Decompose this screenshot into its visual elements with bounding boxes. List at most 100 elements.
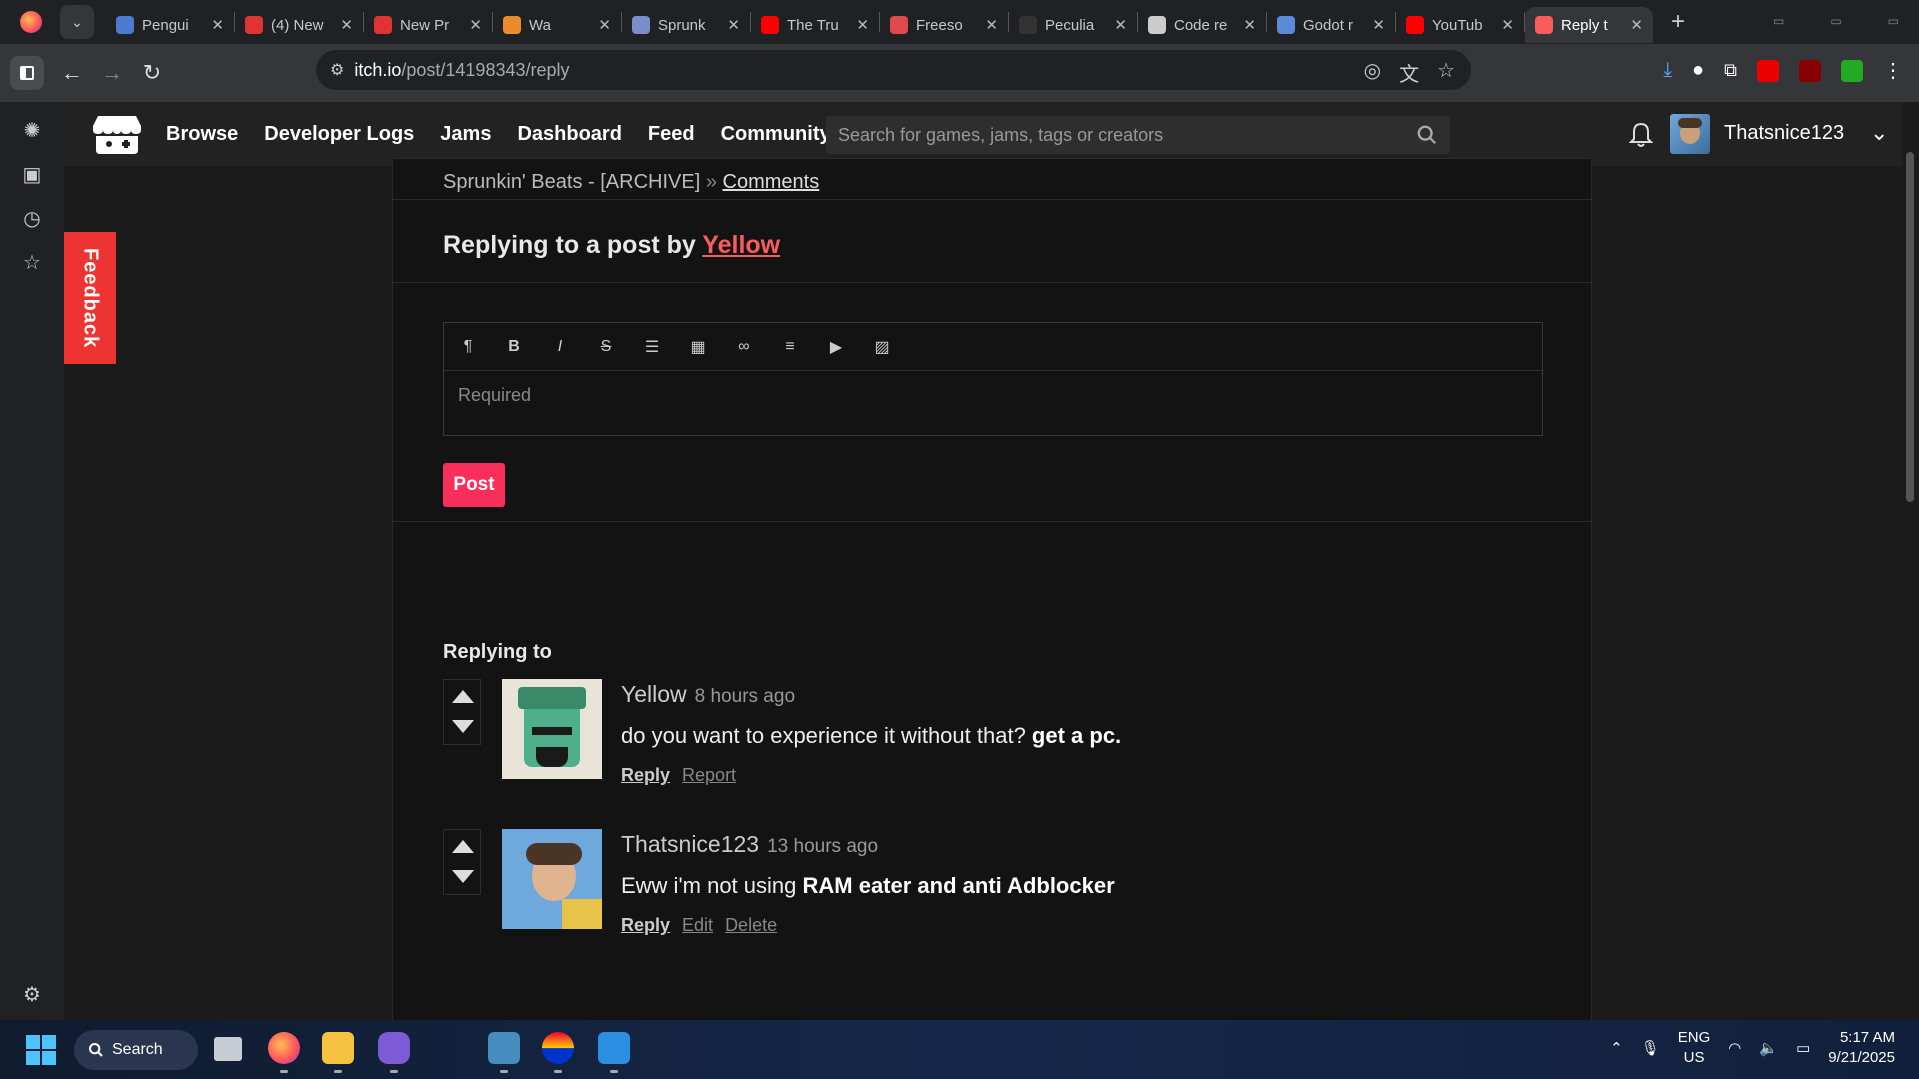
comment-reply-link[interactable]: Reply <box>621 915 670 936</box>
comment-delete-link[interactable]: Delete <box>725 915 777 936</box>
paragraph-icon[interactable]: ¶ <box>456 335 480 359</box>
back-button[interactable]: ← <box>52 53 92 93</box>
close-tab-icon[interactable]: ✕ <box>985 16 998 34</box>
wifi-icon[interactable]: ◠ <box>1728 1039 1741 1057</box>
vscode-icon[interactable] <box>598 1032 630 1064</box>
synced-tabs-icon[interactable]: ▣ <box>20 162 44 186</box>
post-author-link[interactable]: Yellow <box>702 231 780 259</box>
close-window-button[interactable]: ▭ <box>1888 14 1899 28</box>
close-tab-icon[interactable]: ✕ <box>856 16 869 34</box>
firefox-taskbar-icon[interactable] <box>268 1032 300 1064</box>
microphone-icon[interactable]: 🎙 <box>1641 1039 1660 1057</box>
volume-icon[interactable]: 🔈 <box>1759 1039 1778 1057</box>
browser-tab[interactable]: Reply t ✕ <box>1525 7 1653 43</box>
bookmark-star-icon[interactable]: ☆ <box>1437 58 1455 87</box>
ublock-extension-icon[interactable] <box>1799 59 1821 82</box>
search-icon[interactable] <box>1416 124 1438 146</box>
browser-tab[interactable]: YouTub ✕ <box>1396 7 1524 43</box>
breadcrumb-comments-link[interactable]: Comments <box>723 171 820 193</box>
extensions-icon[interactable]: ⧉ <box>1724 60 1737 81</box>
browser-tab[interactable]: Wa ✕ <box>493 7 621 43</box>
browser-tab[interactable]: Freeso ✕ <box>880 7 1008 43</box>
nav-community[interactable]: Community <box>721 123 831 146</box>
close-tab-icon[interactable]: ✕ <box>1630 16 1643 34</box>
downvote-icon[interactable] <box>452 870 474 883</box>
close-tab-icon[interactable]: ✕ <box>1243 16 1256 34</box>
itch-logo[interactable] <box>92 112 142 156</box>
downvote-icon[interactable] <box>452 720 474 733</box>
translate-icon[interactable]: 文 <box>1399 58 1419 87</box>
notifications-bell-icon[interactable] <box>1629 122 1653 148</box>
file-explorer-icon[interactable] <box>322 1032 354 1064</box>
page-scrollbar[interactable] <box>1902 102 1919 1020</box>
address-bar[interactable]: ⚙ itch.io/post/14198343/reply ◎ 文 ☆ <box>316 50 1471 90</box>
bold-icon[interactable]: B <box>502 335 526 359</box>
comment-author[interactable]: Thatsnice123 <box>621 831 759 857</box>
clock[interactable]: 5:17 AM 9/21/2025 <box>1828 1028 1895 1068</box>
close-tab-icon[interactable]: ✕ <box>1501 16 1514 34</box>
table-icon[interactable]: ▦ <box>686 335 710 359</box>
close-tab-icon[interactable]: ✕ <box>598 16 611 34</box>
browser-tab[interactable]: Sprunk ✕ <box>622 7 750 43</box>
user-avatar[interactable] <box>1670 114 1710 154</box>
downloads-icon[interactable]: ⤓ <box>1663 59 1672 82</box>
bookmarks-icon[interactable]: ☆ <box>20 250 44 274</box>
browser-tab[interactable]: Godot r ✕ <box>1267 7 1395 43</box>
align-icon[interactable]: ≡ <box>778 335 802 359</box>
link-icon[interactable]: ∞ <box>732 335 756 359</box>
image-icon[interactable]: ▨ <box>870 335 894 359</box>
upvote-icon[interactable] <box>452 840 474 853</box>
tab-list-button[interactable]: ⌄ <box>60 5 94 39</box>
browser-tab[interactable]: The Tru ✕ <box>751 7 879 43</box>
menu-icon[interactable]: ⋮ <box>1883 58 1903 83</box>
history-icon[interactable]: ◷ <box>20 206 44 230</box>
breadcrumb-game[interactable]: Sprunkin' Beats - [ARCHIVE] <box>443 171 700 193</box>
viber-icon[interactable] <box>378 1032 410 1064</box>
download-extension-icon[interactable] <box>1841 59 1863 82</box>
browser-tab[interactable]: Pengui ✕ <box>106 7 234 43</box>
reply-editor[interactable]: ¶ B I S ☰ ▦ ∞ ≡ ▶ ▨ Required <box>443 322 1543 436</box>
comment-author[interactable]: Yellow <box>621 681 687 707</box>
nav-jams[interactable]: Jams <box>440 123 491 146</box>
sidebar-toggle-button[interactable] <box>10 56 44 90</box>
comment-avatar[interactable] <box>502 829 602 929</box>
bullet-list-icon[interactable]: ☰ <box>640 335 664 359</box>
maximize-button[interactable]: ▭ <box>1830 14 1841 28</box>
forward-button[interactable]: → <box>92 53 132 93</box>
new-tab-button[interactable]: + <box>1671 8 1685 36</box>
minimize-button[interactable]: ▭ <box>1773 14 1784 28</box>
nav-browse[interactable]: Browse <box>166 123 238 146</box>
firefox-icon[interactable] <box>20 11 42 33</box>
account-icon[interactable]: ● <box>1692 59 1704 82</box>
task-view-icon[interactable] <box>214 1037 242 1061</box>
feedback-tab[interactable]: Feedback <box>64 232 116 364</box>
video-icon[interactable]: ▶ <box>824 335 848 359</box>
nav-developer-logs[interactable]: Developer Logs <box>264 123 414 146</box>
chevron-down-icon[interactable]: ⌄ <box>1870 120 1888 146</box>
upvote-icon[interactable] <box>452 690 474 703</box>
post-button[interactable]: Post <box>443 463 505 507</box>
language-indicator[interactable]: ENG US <box>1678 1028 1711 1068</box>
browser-tab[interactable]: Peculia ✕ <box>1009 7 1137 43</box>
youtube-extension-icon[interactable] <box>1757 59 1779 82</box>
app-icon[interactable] <box>542 1032 574 1064</box>
site-search-input[interactable]: Search for games, jams, tags or creators <box>826 116 1450 154</box>
browser-tab[interactable]: Code re ✕ <box>1138 7 1266 43</box>
close-tab-icon[interactable]: ✕ <box>469 16 482 34</box>
comment-reply-link[interactable]: Reply <box>621 765 670 786</box>
strikethrough-icon[interactable]: S <box>594 335 618 359</box>
reload-button[interactable]: ↻ <box>132 53 172 93</box>
battery-icon[interactable]: ▭ <box>1796 1039 1810 1057</box>
browser-tab[interactable]: New Pr ✕ <box>364 7 492 43</box>
username[interactable]: Thatsnice123 <box>1724 122 1844 145</box>
comment-avatar[interactable] <box>502 679 602 779</box>
nav-feed[interactable]: Feed <box>648 123 695 146</box>
tracking-protection-icon[interactable]: ◎ <box>1364 58 1381 87</box>
close-tab-icon[interactable]: ✕ <box>1114 16 1127 34</box>
close-tab-icon[interactable]: ✕ <box>727 16 740 34</box>
settings-icon[interactable]: ⚙ <box>20 982 44 1006</box>
chevron-up-icon[interactable]: ⌃ <box>1610 1039 1623 1057</box>
nav-dashboard[interactable]: Dashboard <box>517 123 621 146</box>
comment-report-link[interactable]: Report <box>682 765 736 786</box>
site-info-icon[interactable]: ⚙ <box>330 60 344 80</box>
